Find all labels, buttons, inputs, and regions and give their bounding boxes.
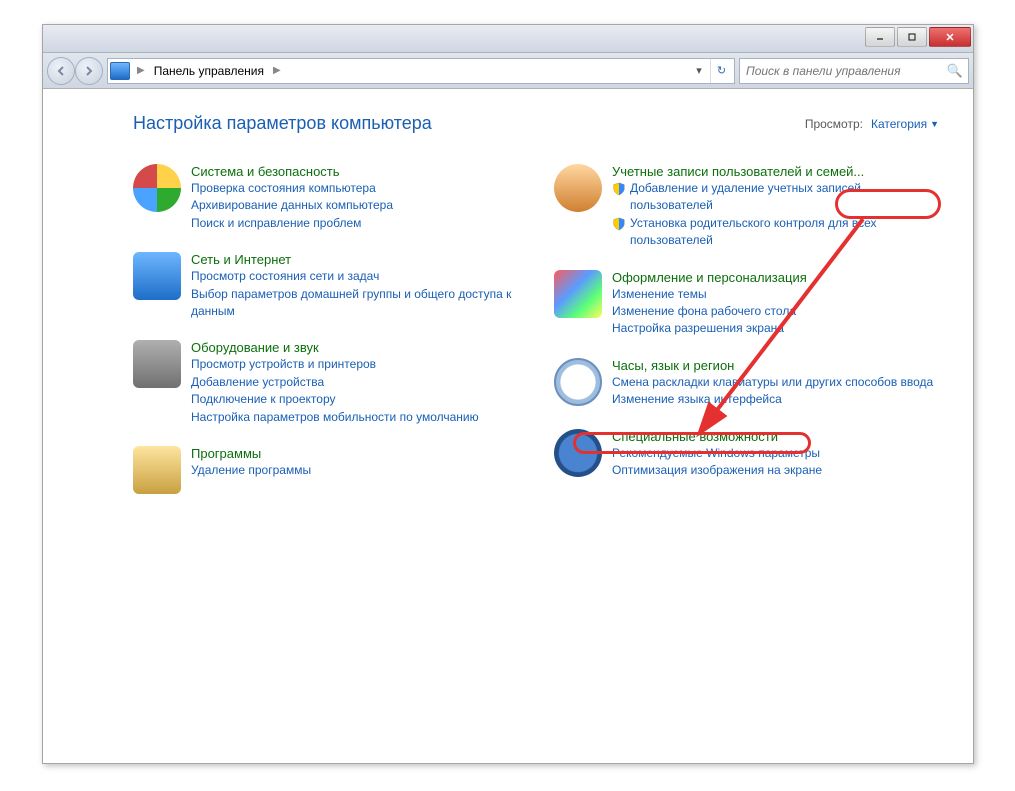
category-clock-language-region: Часы, язык и регион Смена раскладки клав… — [554, 358, 945, 409]
nav-back-button[interactable] — [47, 57, 75, 85]
history-dropdown-button[interactable]: ▾ — [688, 59, 710, 83]
category-link[interactable]: Добавление и удаление учетных записей по… — [630, 180, 945, 215]
chevron-down-icon: ▼ — [930, 119, 939, 129]
category-title[interactable]: Оформление и персонализация — [612, 270, 945, 285]
users-icon — [554, 164, 602, 212]
left-column: Система и безопасность Проверка состояни… — [133, 164, 524, 494]
control-panel-window: ▶ Панель управления ▶ ▾ ↻ 🔍 Настройка па… — [42, 24, 974, 764]
category-link[interactable]: Оптимизация изображения на экране — [612, 462, 945, 479]
category-link[interactable]: Изменение темы — [612, 286, 945, 303]
view-mode-dropdown[interactable]: Категория ▼ — [865, 115, 945, 133]
category-system-security: Система и безопасность Проверка состояни… — [133, 164, 524, 232]
control-panel-icon — [110, 62, 130, 80]
category-link[interactable]: Изменение языка интерфейса — [612, 391, 945, 408]
screen-resolution-link[interactable]: Настройка разрешения экрана — [612, 320, 945, 337]
category-title[interactable]: Система и безопасность — [191, 164, 524, 179]
category-title[interactable]: Часы, язык и регион — [612, 358, 945, 373]
category-link[interactable]: Подключение к проектору — [191, 391, 524, 408]
content-pane: Настройка параметров компьютера Просмотр… — [43, 89, 973, 763]
category-link[interactable]: Изменение фона рабочего стола — [612, 303, 945, 320]
shield-icon — [612, 182, 626, 196]
system-security-icon — [133, 164, 181, 212]
category-title[interactable]: Программы — [191, 446, 524, 461]
view-mode-value: Категория — [871, 117, 927, 131]
page-title: Настройка параметров компьютера — [133, 113, 432, 134]
network-icon — [133, 252, 181, 300]
category-link[interactable]: Установка родительского контроля для все… — [630, 215, 945, 250]
category-appearance: Оформление и персонализация Изменение те… — [554, 270, 945, 338]
breadcrumb[interactable]: ▶ Панель управления ▶ ▾ ↻ — [107, 58, 735, 84]
search-input[interactable] — [744, 63, 946, 79]
category-link[interactable]: Рекомендуемые Windows параметры — [612, 445, 945, 462]
category-title[interactable]: Сеть и Интернет — [191, 252, 524, 267]
category-title[interactable]: Оборудование и звук — [191, 340, 524, 355]
category-link[interactable]: Выбор параметров домашней группы и общег… — [191, 286, 524, 321]
titlebar — [43, 25, 973, 53]
nav-forward-button[interactable] — [75, 57, 103, 85]
category-title[interactable]: Учетные записи пользователей и семей... — [612, 164, 945, 179]
view-label: Просмотр: — [805, 117, 863, 131]
category-ease-of-access: Специальные возможности Рекомендуемые Wi… — [554, 429, 945, 480]
minimize-button[interactable] — [865, 27, 895, 47]
category-link[interactable]: Смена раскладки клавиатуры или других сп… — [612, 374, 945, 391]
category-link[interactable]: Удаление программы — [191, 462, 524, 479]
chevron-right-icon: ▶ — [270, 65, 284, 76]
category-link[interactable]: Поиск и исправление проблем — [191, 215, 524, 232]
ease-of-access-icon — [554, 429, 602, 477]
clock-icon — [554, 358, 602, 406]
category-network-internet: Сеть и Интернет Просмотр состояния сети … — [133, 252, 524, 320]
category-link[interactable]: Просмотр состояния сети и задач — [191, 268, 524, 285]
maximize-button[interactable] — [897, 27, 927, 47]
category-link[interactable]: Проверка состояния компьютера — [191, 180, 524, 197]
address-bar: ▶ Панель управления ▶ ▾ ↻ 🔍 — [43, 53, 973, 89]
hardware-icon — [133, 340, 181, 388]
right-column: Учетные записи пользователей и семей... … — [554, 164, 945, 494]
category-programs: Программы Удаление программы — [133, 446, 524, 494]
category-link[interactable]: Добавление устройства — [191, 374, 524, 391]
category-hardware-sound: Оборудование и звук Просмотр устройств и… — [133, 340, 524, 426]
category-link[interactable]: Просмотр устройств и принтеров — [191, 356, 524, 373]
appearance-icon — [554, 270, 602, 318]
refresh-button[interactable]: ↻ — [710, 59, 732, 83]
shield-icon — [612, 217, 626, 231]
close-button[interactable] — [929, 27, 971, 47]
category-title[interactable]: Специальные возможности — [612, 429, 945, 444]
search-box[interactable]: 🔍 — [739, 58, 969, 84]
chevron-right-icon: ▶ — [134, 65, 148, 76]
programs-icon — [133, 446, 181, 494]
category-link[interactable]: Настройка параметров мобильности по умол… — [191, 409, 524, 426]
category-user-accounts: Учетные записи пользователей и семей... … — [554, 164, 945, 250]
category-link[interactable]: Архивирование данных компьютера — [191, 197, 524, 214]
search-icon: 🔍 — [946, 63, 964, 79]
breadcrumb-text[interactable]: Панель управления — [152, 64, 266, 78]
